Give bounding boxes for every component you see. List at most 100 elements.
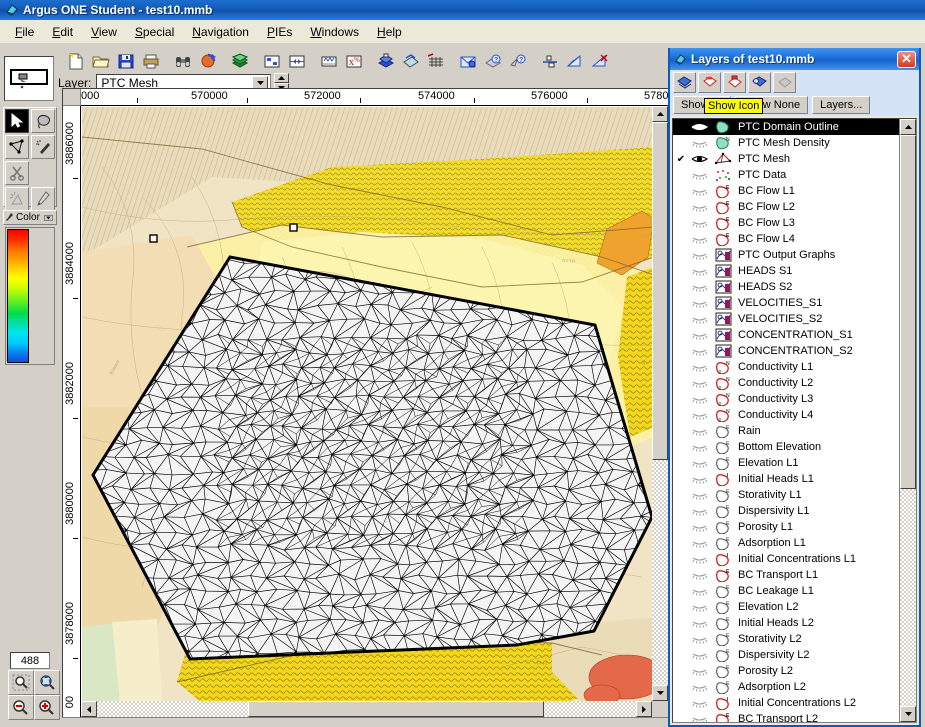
layer-list-item[interactable]: Nx Conductivity L3 bbox=[673, 391, 899, 407]
layer-list-item[interactable]: E Rain bbox=[673, 423, 899, 439]
layer-list-item[interactable]: Nx Conductivity L4 bbox=[673, 407, 899, 423]
layer-list-item[interactable]: Nx Conductivity L2 bbox=[673, 375, 899, 391]
duplicate-layer-icon[interactable] bbox=[698, 71, 721, 93]
eye-closed-icon[interactable] bbox=[687, 299, 711, 308]
layer-list-item[interactable]: I Initial Heads L1 bbox=[673, 471, 899, 487]
scroll-down-icon[interactable] bbox=[652, 685, 668, 701]
zoom-select-icon[interactable] bbox=[8, 670, 34, 695]
layer-list-item[interactable]: I Initial Concentrations L1 bbox=[673, 551, 899, 567]
color-palette-header[interactable]: Color bbox=[3, 210, 57, 225]
menu-item-pies[interactable]: PIEs bbox=[258, 22, 301, 42]
map-hscroll-track[interactable] bbox=[97, 701, 636, 717]
eye-closed-icon[interactable] bbox=[687, 331, 711, 340]
eye-closed-icon[interactable] bbox=[687, 203, 711, 212]
arrow-select-tool[interactable] bbox=[5, 109, 29, 133]
scroll-down-icon[interactable] bbox=[900, 706, 916, 722]
map-vscroll-track[interactable] bbox=[652, 122, 668, 685]
layer-checkmark-icon[interactable]: ✔ bbox=[675, 154, 687, 165]
eye-closed-icon[interactable] bbox=[687, 683, 711, 692]
eye-closed-icon[interactable] bbox=[687, 363, 711, 372]
menu-item-edit[interactable]: Edit bbox=[43, 22, 82, 42]
layer-info-icon[interactable]: i bbox=[748, 71, 771, 93]
scroll-left-icon[interactable] bbox=[81, 701, 97, 717]
eye-closed-icon[interactable] bbox=[687, 715, 711, 722]
print-icon[interactable] bbox=[139, 50, 163, 73]
eye-closed-icon[interactable] bbox=[687, 667, 711, 676]
mail-map-icon[interactable] bbox=[456, 50, 480, 73]
layer-list-item[interactable]: Nx Conductivity L1 bbox=[673, 359, 899, 375]
layers-stack-icon[interactable] bbox=[228, 50, 252, 73]
layer-list-item[interactable]: I Initial Concentrations L2 bbox=[673, 695, 899, 711]
export-layer-icon[interactable] bbox=[399, 50, 423, 73]
menu-item-windows[interactable]: Windows bbox=[301, 22, 368, 42]
layers-button[interactable]: Layers... bbox=[812, 96, 871, 114]
layer-list-item[interactable]: E Storativity L2 bbox=[673, 631, 899, 647]
eye-closed-icon[interactable] bbox=[687, 555, 711, 564]
save-disk-icon[interactable] bbox=[114, 50, 138, 73]
query-info-icon[interactable]: ? bbox=[481, 50, 505, 73]
eye-closed-icon[interactable] bbox=[687, 459, 711, 468]
layer-list-item[interactable]: VELOCITIES_S1 bbox=[673, 295, 899, 311]
eye-closed-icon[interactable] bbox=[687, 651, 711, 660]
eye-closed-icon[interactable] bbox=[687, 427, 711, 436]
eye-closed-icon[interactable] bbox=[687, 475, 711, 484]
new-document-icon[interactable] bbox=[64, 50, 88, 73]
map-horizontal-scrollbar[interactable] bbox=[81, 701, 652, 717]
lasso-select-tool[interactable] bbox=[31, 109, 55, 133]
layer-list-item[interactable]: VELOCITIES_S2 bbox=[673, 311, 899, 327]
eye-closed-icon[interactable] bbox=[687, 347, 711, 356]
eye-closed-icon[interactable] bbox=[687, 187, 711, 196]
contour-icon[interactable] bbox=[588, 50, 612, 73]
menu-item-special[interactable]: Special bbox=[126, 22, 183, 42]
triangle-edit-tool[interactable] bbox=[5, 187, 29, 211]
menu-item-navigation[interactable]: Navigation bbox=[183, 22, 258, 42]
layer-list-item[interactable]: E Adsorption L1 bbox=[673, 535, 899, 551]
polygon-tool[interactable] bbox=[5, 135, 29, 159]
scroll-up-icon[interactable] bbox=[652, 106, 668, 122]
map-vscroll-thumb[interactable] bbox=[652, 122, 668, 460]
interpolate-icon[interactable] bbox=[563, 50, 587, 73]
zoom-extent-icon[interactable] bbox=[285, 50, 309, 73]
measure-ruler-icon[interactable] bbox=[317, 50, 341, 73]
eye-closed-icon[interactable] bbox=[687, 219, 711, 228]
eye-closed-icon[interactable] bbox=[687, 507, 711, 516]
align-icon[interactable] bbox=[538, 50, 562, 73]
eye-closed-icon[interactable] bbox=[687, 587, 711, 596]
layer-list-item[interactable]: ✔ PTC Mesh bbox=[673, 151, 899, 167]
layer-list-item[interactable]: E Dispersivity L2 bbox=[673, 647, 899, 663]
eye-closed-icon[interactable] bbox=[687, 603, 711, 612]
eye-closed-icon[interactable] bbox=[687, 619, 711, 628]
close-icon[interactable]: ✕ bbox=[897, 50, 916, 68]
layer-list-item[interactable]: E Elevation L1 bbox=[673, 455, 899, 471]
delete-layer-icon[interactable] bbox=[773, 71, 796, 93]
layer-properties-icon[interactable] bbox=[723, 71, 746, 93]
layer-list-item[interactable]: E BC Flow L4 bbox=[673, 231, 899, 247]
eye-closed-icon[interactable] bbox=[687, 171, 711, 180]
open-folder-icon[interactable] bbox=[89, 50, 113, 73]
scroll-right-icon[interactable] bbox=[636, 701, 652, 717]
layer-list-item[interactable]: E Porosity L1 bbox=[673, 519, 899, 535]
eye-closed-icon[interactable] bbox=[687, 139, 711, 148]
layer-list-item[interactable]: N PTC Mesh Density bbox=[673, 135, 899, 151]
menu-item-help[interactable]: Help bbox=[368, 22, 411, 42]
layer-list-item[interactable]: PTC Output Graphs bbox=[673, 247, 899, 263]
eye-closed-icon[interactable] bbox=[687, 283, 711, 292]
menu-item-file[interactable]: File bbox=[6, 22, 43, 42]
map-vertical-scrollbar[interactable] bbox=[652, 106, 668, 701]
layer-list-item[interactable]: E Storativity L1 bbox=[673, 487, 899, 503]
map-hscroll-thumb[interactable] bbox=[247, 701, 545, 717]
refresh-arrows-icon[interactable] bbox=[196, 50, 220, 73]
layer-spinner-up[interactable] bbox=[274, 73, 290, 83]
scissors-tool[interactable] bbox=[5, 161, 30, 185]
zoom-level-field[interactable]: 488 bbox=[10, 652, 50, 669]
layer-list-item[interactable]: E Initial Heads L2 bbox=[673, 615, 899, 631]
eye-closed-icon[interactable] bbox=[687, 395, 711, 404]
new-layer-icon[interactable] bbox=[673, 71, 696, 93]
layers-window-titlebar[interactable]: Layers of test10.mmb ✕ bbox=[670, 48, 919, 70]
layer-list-item[interactable]: HEADS S2 bbox=[673, 279, 899, 295]
eye-closed-icon[interactable] bbox=[687, 635, 711, 644]
eye-closed-icon[interactable] bbox=[687, 267, 711, 276]
layer-list-item[interactable]: E Elevation L2 bbox=[673, 599, 899, 615]
layers-list[interactable]: N PTC Domain Outline N PTC Mesh Density ✔ PTC… bbox=[672, 118, 917, 723]
layer-list-item[interactable]: E BC Transport L2 bbox=[673, 711, 899, 722]
